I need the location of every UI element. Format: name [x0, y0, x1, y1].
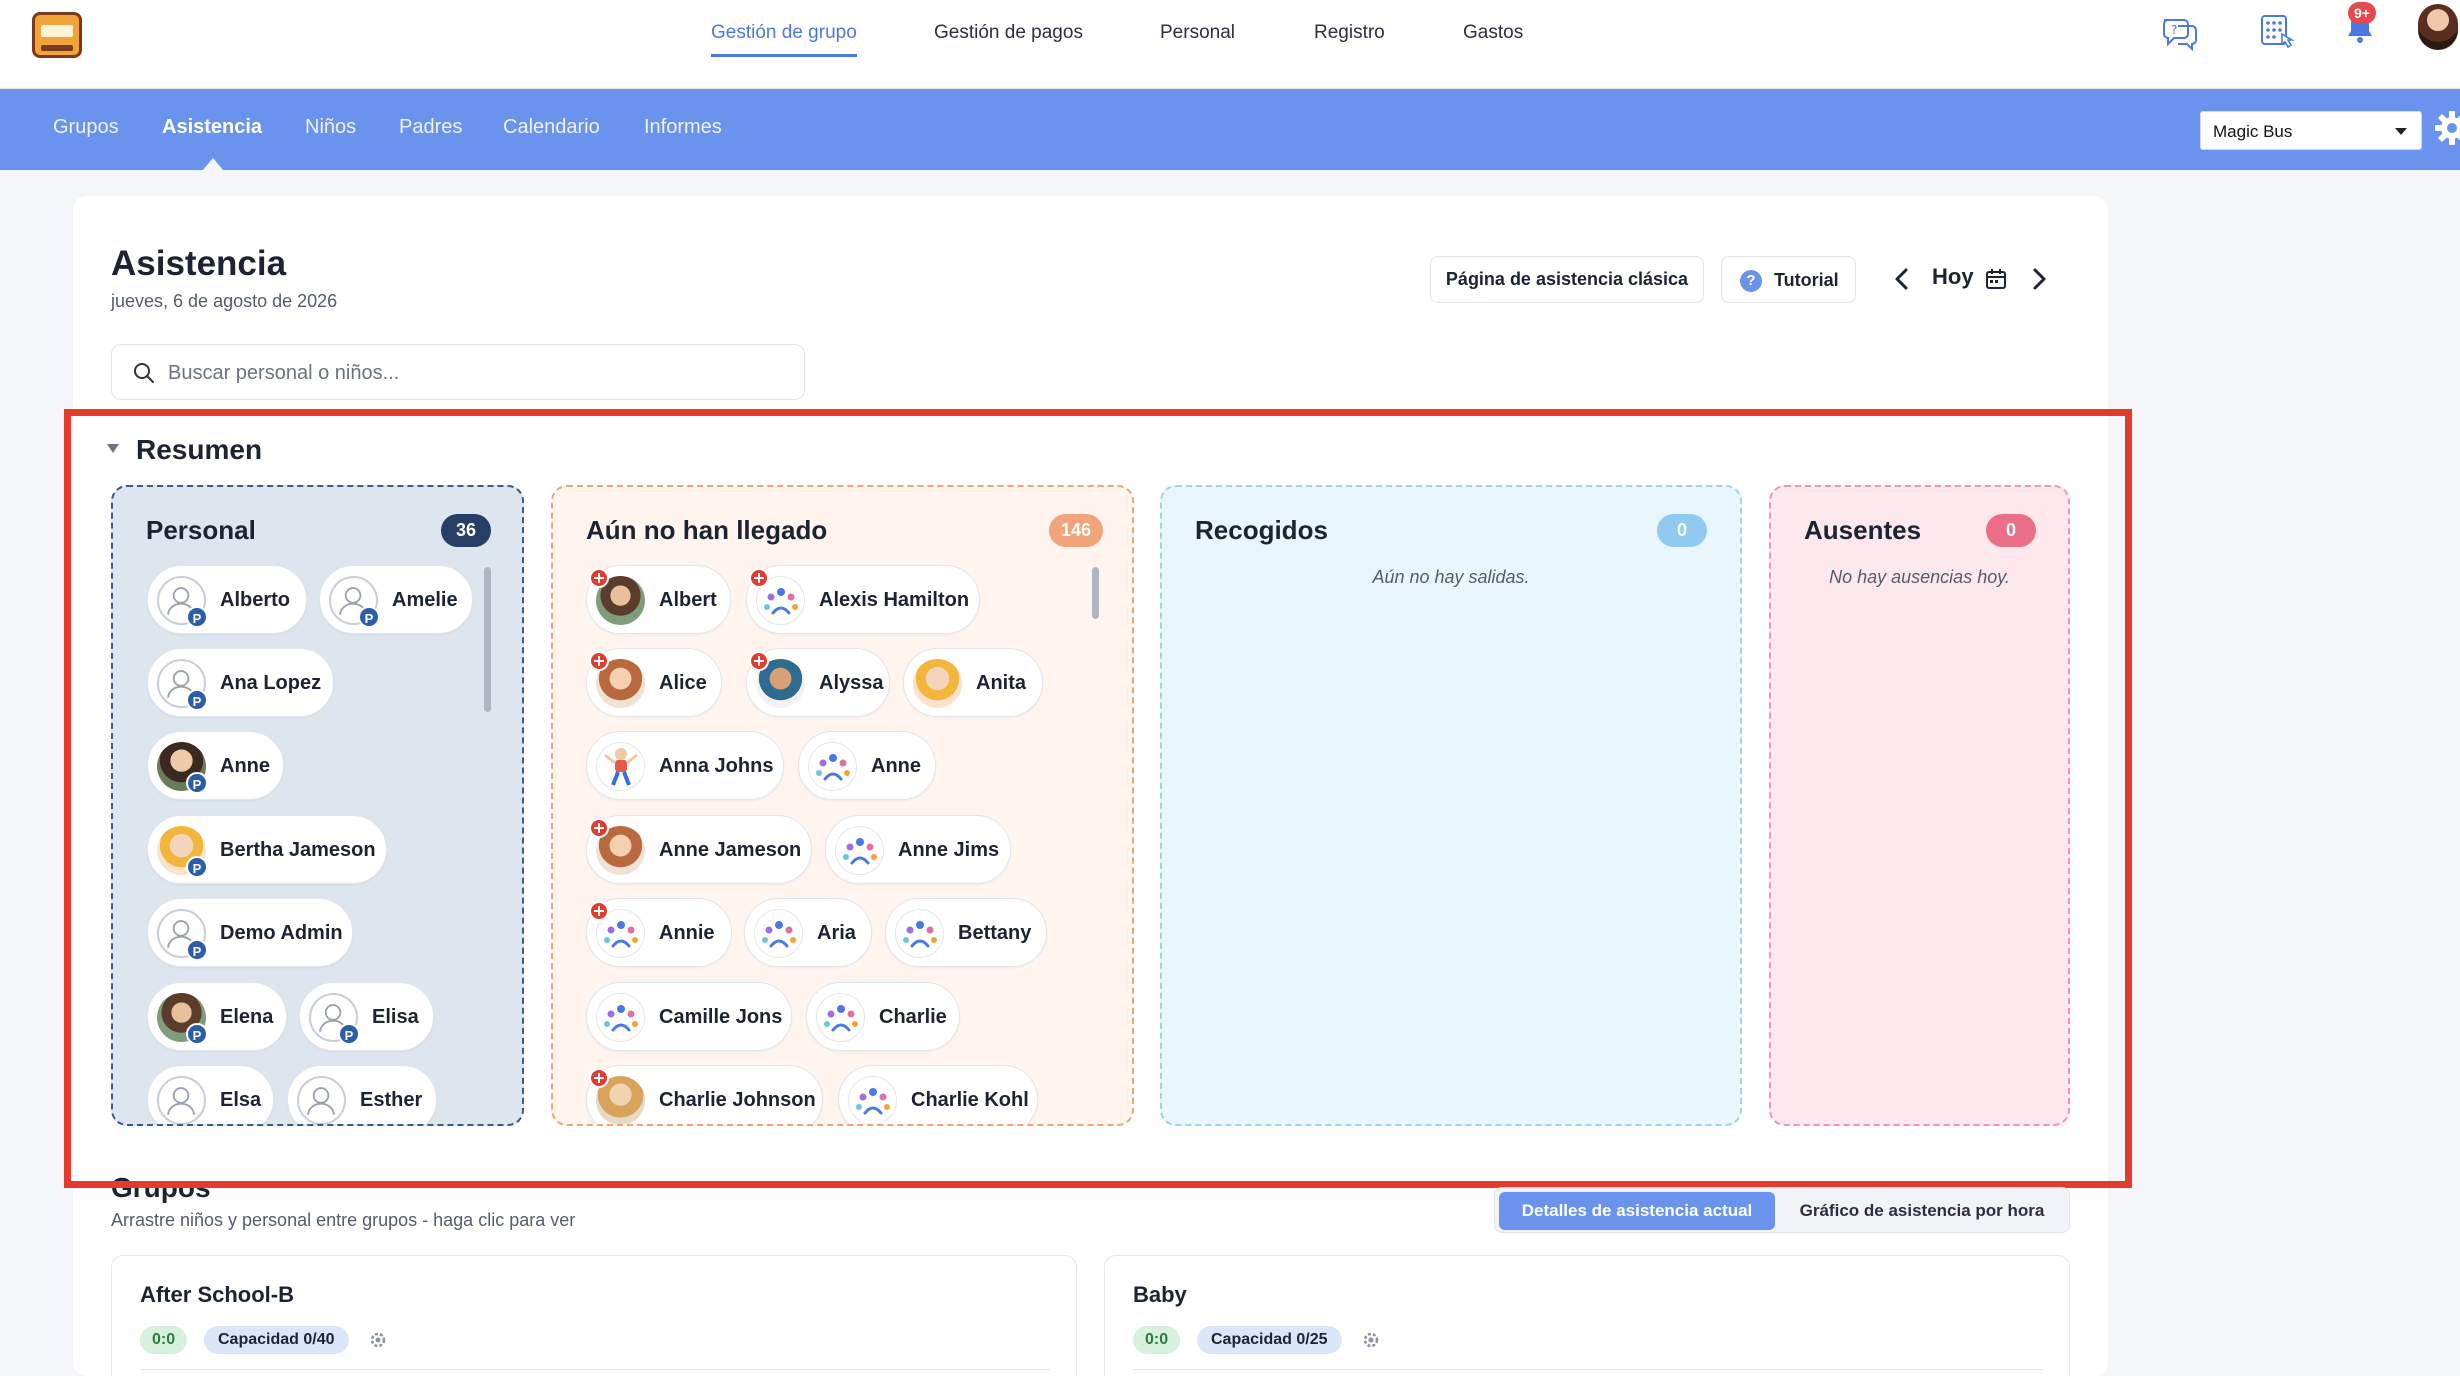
next-day-chevron-icon[interactable] — [2024, 264, 2054, 294]
top-bar: Gestión de grupo Gestión de pagos Person… — [0, 0, 2460, 89]
settings-gear-icon[interactable] — [2432, 108, 2460, 148]
group-settings-gear-icon[interactable] — [1361, 1330, 1381, 1350]
search-icon — [134, 363, 154, 383]
top-nav-group-management[interactable]: Gestión de grupo — [711, 22, 857, 57]
page-title: Asistencia — [111, 244, 287, 283]
group-name: After School-B — [140, 1282, 294, 1307]
sub-nav-parents[interactable]: Padres — [399, 116, 462, 139]
svg-text:?: ? — [2171, 23, 2177, 37]
top-nav-records[interactable]: Registro — [1314, 22, 1385, 44]
previous-day-chevron-icon[interactable] — [1887, 264, 1917, 294]
sub-nav-groups[interactable]: Grupos — [53, 116, 119, 139]
divider — [1133, 1369, 2043, 1370]
sub-nav-children[interactable]: Niños — [305, 116, 356, 139]
tutorial-button[interactable]: ? Tutorial — [1721, 256, 1856, 303]
groups-subtitle: Arrastre niños y personal entre grupos -… — [111, 1210, 576, 1230]
chevron-down-icon — [2395, 128, 2407, 135]
groups-view-toggle: Detalles de asistencia actual Gráfico de… — [1494, 1187, 2070, 1233]
help-chat-icon[interactable]: ? — [2160, 12, 2200, 52]
user-avatar[interactable] — [2418, 4, 2458, 50]
sub-nav-bar: Grupos Asistencia Niños Padres Calendari… — [0, 89, 2460, 170]
top-nav: Gestión de grupo Gestión de pagos Person… — [0, 0, 2460, 66]
group-settings-gear-icon[interactable] — [368, 1330, 388, 1350]
top-nav-payments[interactable]: Gestión de pagos — [934, 22, 1083, 44]
page-date: jueves, 6 de agosto de 2026 — [111, 291, 338, 311]
ratio-badge: 0:0 — [140, 1326, 188, 1354]
tutorial-label: Tutorial — [1774, 270, 1839, 290]
group-card[interactable]: Baby 0:0 Capacidad 0/25 — [1104, 1255, 2070, 1376]
kiosk-keypad-icon[interactable] — [2258, 12, 2298, 52]
question-icon: ? — [1740, 270, 1762, 292]
bus-select[interactable]: Magic Bus — [2200, 111, 2422, 150]
divider — [140, 1369, 1050, 1370]
top-nav-staff[interactable]: Personal — [1160, 22, 1235, 44]
group-name: Baby — [1133, 1282, 1187, 1307]
capacity-badge: Capacidad 0/25 — [1197, 1326, 1342, 1354]
sub-nav-attendance[interactable]: Asistencia — [162, 116, 262, 139]
current-attendance-details-tab[interactable]: Detalles de asistencia actual — [1499, 1192, 1775, 1230]
bus-select-value: Magic Bus — [2213, 122, 2293, 141]
search-input[interactable] — [168, 359, 768, 387]
sub-nav-calendar[interactable]: Calendario — [503, 116, 600, 139]
today-label[interactable]: Hoy — [1932, 264, 1974, 290]
group-card[interactable]: After School-B 0:0 Capacidad 0/40 — [111, 1255, 1077, 1376]
highlight-frame — [64, 409, 2132, 1188]
notification-badge: 9+ — [2348, 2, 2376, 24]
active-tab-caret — [203, 158, 223, 170]
calendar-icon[interactable] — [1985, 268, 2007, 290]
ratio-badge: 0:0 — [1133, 1326, 1181, 1354]
hourly-attendance-chart-tab[interactable]: Gráfico de asistencia por hora — [1777, 1192, 2067, 1230]
search-box[interactable] — [111, 344, 805, 400]
classic-attendance-button[interactable]: Página de asistencia clásica — [1430, 256, 1704, 303]
top-nav-expenses[interactable]: Gastos — [1463, 22, 1523, 44]
capacity-badge: Capacidad 0/40 — [204, 1326, 349, 1354]
sub-nav-reports[interactable]: Informes — [644, 116, 722, 139]
